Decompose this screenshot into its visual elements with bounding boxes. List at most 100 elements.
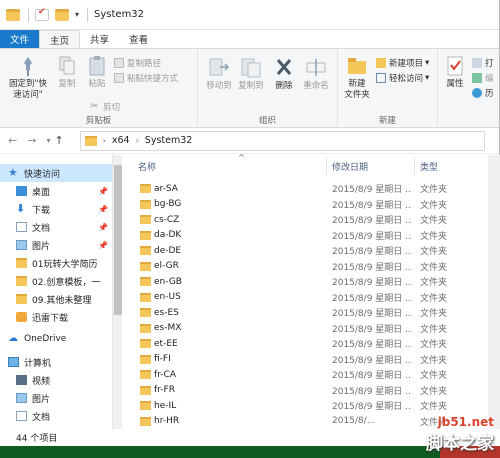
file-row[interactable]: ar-SA 2015/8/9 星期日 ... 文件夹	[126, 181, 500, 197]
paste-shortcut-button[interactable]: 粘贴快捷方式	[114, 72, 178, 84]
back-arrow-icon[interactable]: ←	[8, 134, 17, 147]
delete-button[interactable]: 删除	[270, 55, 298, 92]
file-row[interactable]: da-DK 2015/8/9 星期日 ... 文件夹	[126, 228, 500, 244]
computer-icon	[8, 357, 19, 367]
file-date: 2015/8/...	[332, 416, 376, 427]
file-date: 2015/8/9 星期日 ...	[332, 216, 412, 227]
history-button[interactable]: 历	[472, 87, 494, 99]
organize-group-label: 组织	[258, 116, 276, 126]
star-icon: ★	[8, 166, 18, 179]
copy-to-button[interactable]: 复制到	[236, 55, 266, 92]
nav-item-thunder-downloads[interactable]: 迅雷下载	[0, 308, 112, 326]
address-input[interactable]: › x64 › System32	[79, 130, 485, 151]
column-header-name[interactable]: 名称 ^	[138, 153, 328, 177]
navigation-scrollbar[interactable]	[112, 155, 122, 429]
nav-item-label: 02.创意模板，一	[32, 277, 101, 288]
new-folder-label-2: 文件夹	[344, 90, 370, 100]
easy-access-button[interactable]: 轻松访问 ▾	[376, 72, 429, 84]
file-type: 文件夹	[420, 402, 448, 413]
chevron-down-icon[interactable]: ▾	[75, 10, 79, 19]
folder-icon	[140, 215, 151, 225]
open-button[interactable]: 打	[472, 57, 494, 69]
nav-item-quick-access[interactable]: ★ 快速访问	[0, 164, 112, 182]
folder-icon	[140, 339, 151, 349]
nav-item-folder-resume[interactable]: 01玩转大学简历	[0, 254, 112, 272]
properties-quick-icon[interactable]	[35, 7, 49, 21]
easy-access-icon	[376, 73, 386, 83]
file-name: es-ES	[154, 307, 179, 318]
new-item-icon	[376, 58, 386, 68]
file-row[interactable]: el-GR 2015/8/9 星期日 ... 文件夹	[126, 259, 500, 275]
copy-path-button[interactable]: 复制路径	[114, 57, 161, 69]
edit-button[interactable]: 编	[472, 72, 494, 84]
nav-item-videos[interactable]: 视频	[0, 371, 112, 389]
file-row[interactable]: en-GB 2015/8/9 星期日 ... 文件夹	[126, 274, 500, 290]
file-row[interactable]: es-ES 2015/8/9 星期日 ... 文件夹	[126, 305, 500, 321]
nav-item-onedrive[interactable]: ☁ OneDrive	[0, 330, 112, 348]
pin-quick-access-button[interactable]: 固定到"快 速访问"	[6, 55, 50, 101]
paste-button[interactable]: 粘贴	[84, 55, 110, 90]
nav-item-desktop[interactable]: 桌面 📌	[0, 182, 112, 200]
breadcrumb-system32[interactable]: System32	[145, 135, 193, 146]
file-row[interactable]: de-DE 2015/8/9 星期日 ... 文件夹	[126, 243, 500, 259]
copy-button[interactable]: 复制	[54, 55, 80, 90]
nav-item-label: 文档	[32, 412, 51, 423]
file-row[interactable]: fr-CA 2015/8/9 星期日 ... 文件夹	[126, 367, 500, 383]
folder-icon	[140, 354, 151, 364]
tab-view[interactable]: 查看	[119, 30, 158, 48]
tab-share[interactable]: 共享	[80, 30, 119, 48]
breadcrumb-x64[interactable]: x64	[112, 135, 130, 146]
pin-icon: 📌	[98, 186, 108, 196]
move-to-button[interactable]: 移动到	[204, 55, 234, 92]
nav-item-label: 图片	[32, 241, 51, 252]
nav-item-label: 01玩转大学简历	[32, 259, 98, 270]
new-item-button[interactable]: 新建项目 ▾	[376, 57, 429, 69]
watermark: jb51.net 脚本之家	[426, 415, 494, 454]
forward-arrow-icon[interactable]: →	[27, 134, 36, 147]
cloud-icon: ☁	[8, 333, 18, 344]
column-header-type[interactable]: 类型	[420, 155, 480, 177]
recent-locations-icon[interactable]: ▾	[46, 136, 50, 145]
document-icon	[16, 222, 27, 232]
file-row[interactable]: fr-FR 2015/8/9 星期日 ... 文件夹	[126, 383, 500, 399]
file-row[interactable]: bg-BG 2015/8/9 星期日 ... 文件夹	[126, 197, 500, 213]
file-row[interactable]: es-MX 2015/8/9 星期日 ... 文件夹	[126, 321, 500, 337]
up-arrow-icon[interactable]: ↑	[54, 134, 63, 147]
folder-icon	[140, 385, 151, 395]
file-type: 文件夹	[420, 386, 448, 397]
scrollbar-thumb[interactable]	[114, 165, 122, 315]
rename-button[interactable]: 重命名	[300, 55, 332, 92]
file-name: fi-FI	[154, 354, 171, 365]
nav-item-documents-2[interactable]: 文档	[0, 407, 112, 425]
nav-item-folder-other[interactable]: 09.其他未整理	[0, 290, 112, 308]
divider	[87, 7, 89, 22]
column-header-date[interactable]: 修改日期	[332, 155, 412, 177]
nav-item-computer[interactable]: 计算机	[0, 353, 112, 371]
picture-icon	[16, 240, 27, 250]
properties-button[interactable]: 属性	[442, 55, 468, 90]
tab-file[interactable]: 文件	[0, 30, 40, 48]
nav-item-folder-templates[interactable]: 02.创意模板，一	[0, 272, 112, 290]
tab-home[interactable]: 主页	[39, 30, 81, 48]
file-list-scrollbar[interactable]	[488, 155, 500, 429]
copy-path-icon	[114, 58, 124, 68]
watermark-name: 脚本之家	[426, 434, 494, 454]
folder-icon	[16, 276, 27, 286]
new-folder-button[interactable]: 新建 文件夹	[342, 55, 372, 101]
nav-item-pictures[interactable]: 图片 📌	[0, 236, 112, 254]
new-group: 新建 文件夹 新建项目 ▾ 轻松访问 ▾ 新建	[338, 49, 438, 129]
file-row[interactable]: en-US 2015/8/9 星期日 ... 文件夹	[126, 290, 500, 306]
file-row[interactable]: he-IL 2015/8/9 星期日 ... 文件夹	[126, 398, 500, 414]
file-row[interactable]: cs-CZ 2015/8/9 星期日 ... 文件夹	[126, 212, 500, 228]
nav-item-documents[interactable]: 文档 📌	[0, 218, 112, 236]
nav-item-pictures-2[interactable]: 图片	[0, 389, 112, 407]
history-icon	[472, 88, 482, 98]
pin-icon: 📌	[98, 204, 108, 214]
file-row[interactable]: et-EE 2015/8/9 星期日 ... 文件夹	[126, 336, 500, 352]
new-folder-quick-icon[interactable]	[55, 8, 69, 21]
cut-button[interactable]: ✂ 剪切	[90, 101, 120, 114]
file-row[interactable]: fi-FI 2015/8/9 星期日 ... 文件夹	[126, 352, 500, 368]
nav-item-downloads[interactable]: ⬇ 下载 📌	[0, 200, 112, 218]
file-date: 2015/8/9 星期日 ...	[332, 340, 412, 351]
nav-item-label: 文档	[32, 223, 51, 234]
